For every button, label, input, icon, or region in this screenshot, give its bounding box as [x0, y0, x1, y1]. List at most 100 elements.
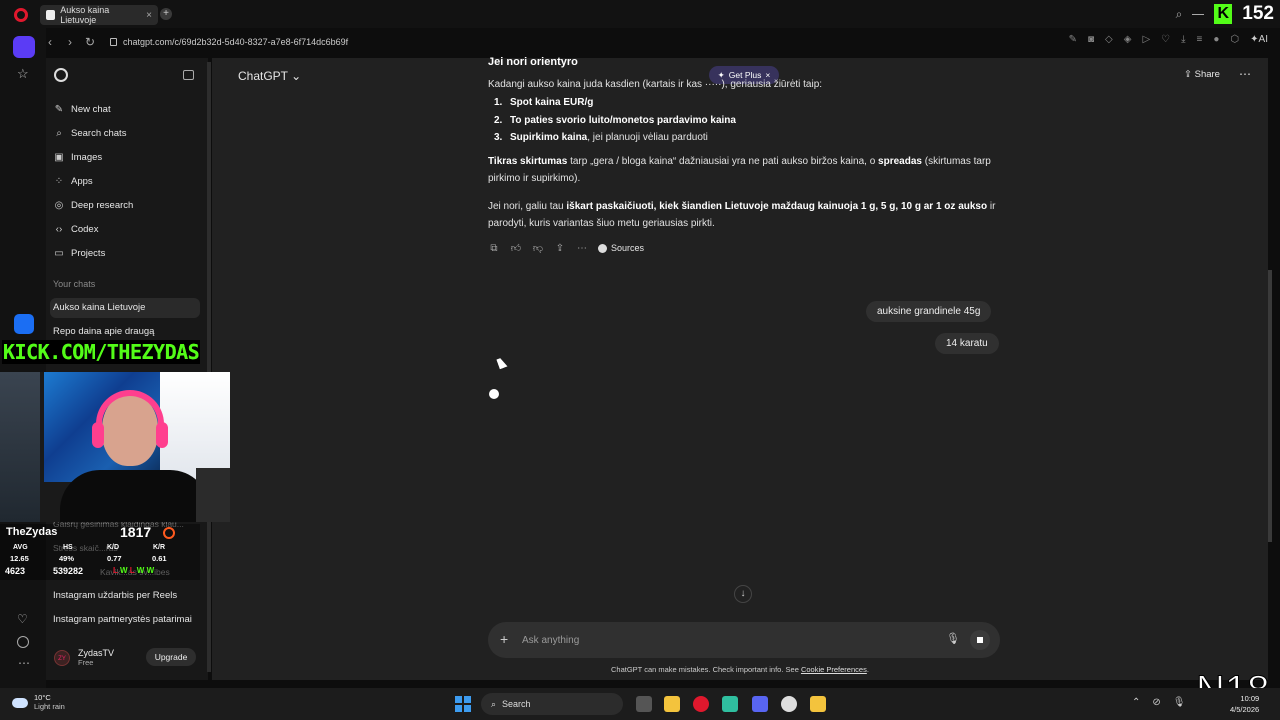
recent-results: L W L W W: [113, 566, 155, 575]
chatgpt-logo-icon[interactable]: [54, 68, 68, 82]
avatar: ZY: [54, 649, 70, 666]
nav-search-chats[interactable]: ⌕ Search chats: [54, 128, 126, 139]
pinboard-icon[interactable]: ☆: [17, 66, 29, 82]
code-icon: ‹›: [55, 223, 63, 235]
player-elo: 1817: [120, 524, 152, 540]
browser-tab-bar: Aukso kaina Lietuvoje × + ⌕ K 152: [0, 0, 1280, 28]
model-selector[interactable]: ChatGPT ⌄: [238, 69, 301, 83]
share-icon[interactable]: ⇪: [554, 243, 566, 254]
stat-header: K/R: [153, 544, 166, 551]
collapse-sidebar-icon[interactable]: [183, 70, 194, 80]
file-explorer-icon[interactable]: [664, 696, 680, 712]
system-clock[interactable]: 10:09 4/5/2026: [1230, 693, 1259, 715]
match-count: 4623: [5, 566, 26, 576]
cloud-icon: [12, 698, 28, 708]
user-profile[interactable]: ZY ZydasTV Free: [54, 648, 114, 667]
edit-url-icon[interactable]: ✎: [1069, 34, 1077, 45]
thumbs-down-icon[interactable]: 👎︎: [532, 242, 544, 254]
copy-icon[interactable]: ⧉: [488, 243, 500, 254]
list-item: 2. To paties svorio luito/monetos pardavi…: [494, 115, 736, 126]
taskbar-search[interactable]: ⌕ Search: [481, 693, 623, 715]
main-scrollbar[interactable]: [1268, 270, 1272, 542]
network-icon[interactable]: ⊘: [1152, 697, 1160, 708]
stat-value: 49%: [59, 554, 75, 563]
extensions-icon[interactable]: ⬡: [1230, 34, 1239, 45]
chatgpt-favicon-icon: [46, 10, 56, 20]
weather-desc: Light rain: [34, 702, 65, 711]
new-tab-button[interactable]: +: [160, 8, 172, 20]
prompt-input[interactable]: [522, 632, 902, 648]
thumbs-up-icon[interactable]: 👍︎: [510, 242, 522, 254]
kick-url-banner: KICK.COM/THEZYDAS: [2, 340, 201, 364]
response-heading: Jei nori orientyro: [488, 56, 578, 68]
stat-header: AVG: [13, 544, 28, 551]
share-button[interactable]: ⇪ Share: [1184, 69, 1220, 80]
play-icon[interactable]: ▷: [1142, 34, 1150, 45]
chat-item[interactable]: Aukso kaina Lietuvoje: [53, 302, 145, 313]
disclaimer: ChatGPT can make mistakes. Check importa…: [611, 665, 869, 674]
download-icon[interactable]: ⤓: [1181, 34, 1185, 45]
sidebar-scrollbar[interactable]: [207, 62, 211, 672]
nav-images[interactable]: ▣ Images: [54, 152, 102, 163]
nav-new-chat[interactable]: ✎ New chat: [54, 104, 111, 115]
history-icon[interactable]: [17, 636, 29, 648]
opera-taskbar-icon[interactable]: [693, 696, 709, 712]
weather-temp: 10°C: [34, 693, 51, 702]
reload-icon[interactable]: ↻: [80, 35, 100, 49]
heart-icon[interactable]: ♡: [1161, 34, 1170, 45]
menu-icon[interactable]: ≡: [1197, 34, 1203, 45]
notes-icon[interactable]: [810, 696, 826, 712]
address-bar: ‹ › ↻ chatgpt.com/c/69d2b32d-5d40-8327-a…: [40, 30, 1280, 54]
chat-app-icon[interactable]: [722, 696, 738, 712]
opera-logo-icon[interactable]: [14, 8, 28, 22]
camera-icon[interactable]: ◙: [1088, 34, 1094, 45]
more-options-icon[interactable]: ⋯: [1239, 67, 1251, 81]
chat-item[interactable]: Instagram uždarbis per Reels: [53, 590, 177, 601]
chat-main: ChatGPT ⌄ ✦ Get Plus × ⇪ Share ⋯ Jei nor…: [212, 56, 1268, 680]
stop-generating-button[interactable]: [970, 630, 990, 650]
chat-item[interactable]: Instagram partnerystės patarimai: [53, 614, 192, 625]
microphone-icon[interactable]: 🎙︎: [946, 632, 960, 645]
folder-icon: ▭: [54, 247, 64, 259]
favorites-icon[interactable]: ♡: [17, 612, 28, 626]
discord-icon[interactable]: [752, 696, 768, 712]
nav-codex[interactable]: ‹› Codex: [54, 223, 99, 235]
stat-value: 12.65: [10, 554, 29, 563]
upgrade-button[interactable]: Upgrade: [146, 648, 196, 666]
profile-icon[interactable]: ●: [1213, 34, 1219, 45]
vpn-icon[interactable]: ◈: [1124, 34, 1132, 45]
weather-widget[interactable]: 10°C Light rain: [12, 693, 65, 711]
nav-deep-research[interactable]: ◎ Deep research: [54, 200, 134, 211]
chevron-up-icon[interactable]: ⌃: [1132, 697, 1140, 708]
more-icon[interactable]: ⋯: [576, 243, 588, 254]
tab-search-icon[interactable]: ⌕: [1176, 7, 1183, 22]
aria-ai-button[interactable]: ✦AI: [1250, 34, 1268, 45]
close-tab-icon[interactable]: ×: [146, 10, 152, 21]
more-icon[interactable]: ⋯: [18, 656, 30, 670]
viewer-count: 152: [1242, 3, 1274, 24]
kick-logo-icon: K: [1214, 4, 1233, 24]
url-field[interactable]: chatgpt.com/c/69d2b32d-5d40-8327-a7e8-6f…: [110, 37, 348, 47]
cookie-preferences-link[interactable]: Cookie Preferences: [801, 665, 867, 674]
sources-button[interactable]: Sources: [598, 243, 644, 253]
add-attachment-icon[interactable]: +: [500, 631, 508, 647]
nav-projects[interactable]: ▭ Projects: [54, 248, 105, 259]
task-view-icon[interactable]: [636, 696, 652, 712]
search-icon: ⌕: [56, 127, 62, 139]
scroll-down-button[interactable]: ↓: [734, 585, 752, 603]
app-icon[interactable]: [781, 696, 797, 712]
browser-tab[interactable]: Aukso kaina Lietuvoje ×: [40, 5, 158, 25]
apps-icon: ⁘: [54, 175, 64, 187]
image-icon: ▣: [54, 151, 64, 163]
shield-icon[interactable]: ◇: [1105, 34, 1113, 45]
home-icon[interactable]: [13, 36, 35, 58]
forward-icon[interactable]: ›: [60, 35, 80, 49]
microphone-icon[interactable]: 🎙︎: [1173, 697, 1186, 708]
start-button[interactable]: [455, 696, 471, 712]
minimize-icon[interactable]: [1192, 13, 1205, 15]
faceit-stats-overlay: TheZydas 1817 AVG HS K/D K/R 12.65 49% 0…: [0, 524, 200, 580]
messenger-icon[interactable]: [14, 314, 34, 334]
chat-item[interactable]: Repo daina apie draugą: [53, 326, 154, 337]
list-item: 3. Supirkimo kaina, jei planuoji vėliau p…: [494, 132, 708, 143]
nav-apps[interactable]: ⁘ Apps: [54, 176, 93, 187]
